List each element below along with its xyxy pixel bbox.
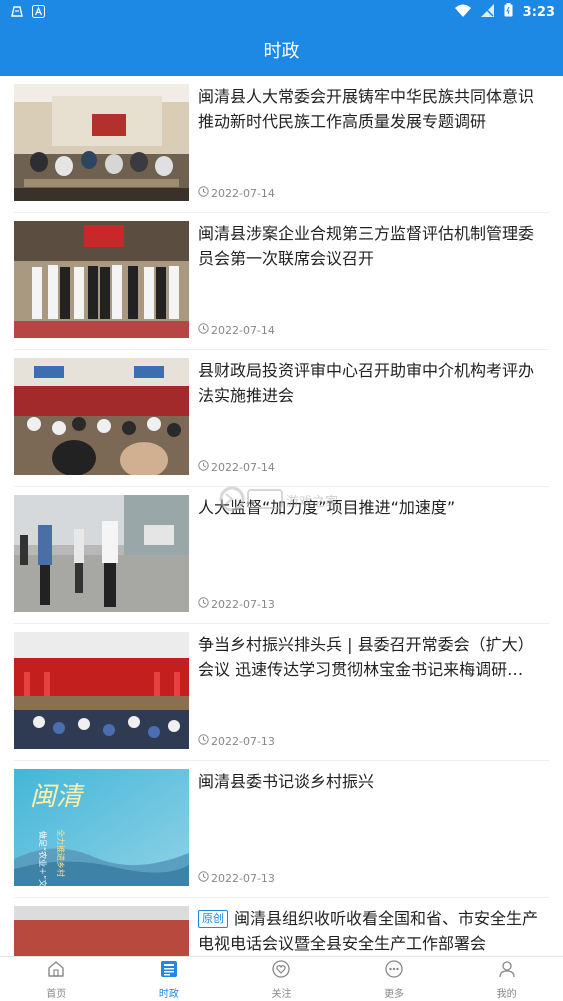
news-date: 2022-07-13 — [198, 871, 275, 885]
news-title[interactable]: 县财政局投资评审中心召开助审中介机构考评办法实施推进会 — [198, 358, 548, 408]
date-text: 2022-07-14 — [211, 323, 275, 337]
nav-label: 时政 — [158, 988, 179, 1000]
nav-more[interactable]: 更多 — [338, 957, 451, 1001]
nav-mine[interactable]: 我的 — [450, 957, 563, 1001]
news-thumbnail[interactable] — [14, 632, 189, 749]
heart-icon — [271, 959, 291, 983]
clock-icon — [198, 460, 209, 474]
news-title[interactable]: 闽清县委书记谈乡村振兴 — [198, 769, 548, 794]
nav-home[interactable]: 首页 — [0, 957, 113, 1001]
news-thumbnail[interactable] — [14, 495, 189, 612]
nav-label: 关注 — [271, 988, 292, 1000]
clock-icon — [198, 597, 209, 611]
clock-icon — [198, 186, 209, 200]
battery-icon — [504, 3, 513, 21]
signal-off-icon — [480, 3, 494, 21]
nav-label: 更多 — [384, 988, 405, 1000]
news-date: 2022-07-13 — [198, 597, 275, 611]
date-text: 2022-07-14 — [211, 186, 275, 200]
news-item[interactable]: 闽清 做足“农业＋”文 全力推进乡村 闽清县委书记谈乡村振兴 2022-07-1… — [14, 761, 549, 898]
clock-icon — [198, 734, 209, 748]
date-text: 2022-07-13 — [211, 871, 275, 885]
news-date: 2022-07-13 — [198, 734, 275, 748]
news-item[interactable]: 闽清县人大常委会开展铸牢中华民族共同体意识推动新时代民族工作高质量发展专题调研 … — [14, 76, 549, 213]
thumb-big-text: 闽清 — [30, 782, 85, 812]
bottom-nav: 首页 时政 关注 更多 我的 — [0, 956, 563, 1001]
news-item[interactable]: 争当乡村振兴排头兵 | 县委召开常委会（扩大）会议 迅速传达学习贯彻林宝金书记来… — [14, 624, 549, 761]
user-icon — [497, 959, 517, 983]
news-title[interactable]: 原创 闽清县组织收听收看全国和省、市安全生产电视电话会议暨全县安全生产工作部署会 — [198, 906, 548, 956]
news-date: 2022-07-14 — [198, 323, 275, 337]
news-thumbnail[interactable] — [14, 358, 189, 475]
clock-icon — [198, 871, 209, 885]
news-date: 2022-07-14 — [198, 460, 275, 474]
date-text: 2022-07-13 — [211, 597, 275, 611]
news-thumbnail[interactable]: 闽清 做足“农业＋”文 全力推进乡村 — [14, 769, 189, 886]
status-time: 3:23 — [522, 4, 555, 20]
thumb-side-text: 全力推进乡村 — [56, 829, 66, 877]
nav-news[interactable]: 时政 — [113, 957, 226, 1001]
news-icon — [159, 959, 179, 983]
news-title-text: 闽清县组织收听收看全国和省、市安全生产电视电话会议暨全县安全生产工作部署会 — [198, 909, 539, 953]
nav-label: 我的 — [496, 988, 517, 1000]
news-item[interactable]: 县财政局投资评审中心召开助审中介机构考评办法实施推进会 2022-07-14 — [14, 350, 549, 487]
nav-label: 首页 — [46, 988, 67, 1000]
news-title[interactable]: 闽清县涉案企业合规第三方监督评估机制管理委员会第一次联席会议召开 — [198, 221, 548, 271]
news-thumbnail[interactable] — [14, 221, 189, 338]
news-thumbnail[interactable] — [14, 84, 189, 201]
wifi-icon — [454, 4, 471, 21]
news-date: 2022-07-14 — [198, 186, 275, 200]
nav-follow[interactable]: 关注 — [225, 957, 338, 1001]
status-bar: 3:23 — [0, 0, 563, 24]
home-icon — [46, 959, 66, 983]
news-item[interactable]: 闽清县涉案企业合规第三方监督评估机制管理委员会第一次联席会议召开 2022-07… — [14, 213, 549, 350]
watermark: 游戏之家 — [218, 480, 348, 518]
news-title[interactable]: 争当乡村振兴排头兵 | 县委召开常委会（扩大）会议 迅速传达学习贯彻林宝金书记来… — [198, 632, 548, 682]
watermark-text: 游戏之家 — [286, 494, 338, 510]
notification-a-icon — [32, 3, 45, 22]
notification-app-icon — [10, 3, 24, 22]
clock-icon — [198, 323, 209, 337]
original-badge: 原创 — [198, 910, 228, 928]
page-title: 时政 — [263, 41, 300, 62]
news-title[interactable]: 闽清县人大常委会开展铸牢中华民族共同体意识推动新时代民族工作高质量发展专题调研 — [198, 84, 548, 134]
date-text: 2022-07-14 — [211, 460, 275, 474]
thumb-side-text: 做足“农业＋”文 — [38, 831, 48, 886]
news-thumbnail[interactable] — [14, 906, 189, 956]
news-item[interactable]: 原创 闽清县组织收听收看全国和省、市安全生产电视电话会议暨全县安全生产工作部署会 — [14, 898, 549, 956]
more-icon — [384, 959, 404, 983]
date-text: 2022-07-13 — [211, 734, 275, 748]
title-bar: 时政 — [0, 24, 563, 76]
